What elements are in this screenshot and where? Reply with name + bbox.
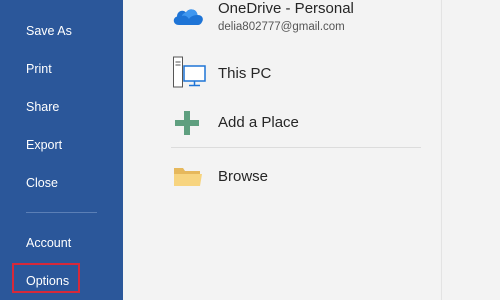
save-locations-panel: OneDrive - Personal delia802777@gmail.co… [123,0,440,300]
sidebar-item-print[interactable]: Print [26,61,52,77]
sidebar-item-close[interactable]: Close [26,175,58,191]
plus-icon [175,111,199,140]
place-add-a-place[interactable]: Add a Place [171,108,351,138]
sidebar-item-share[interactable]: Share [26,99,59,115]
place-this-pc[interactable]: This PC [171,56,351,90]
place-title: OneDrive - Personal [218,0,354,17]
place-browse[interactable]: Browse [171,162,351,192]
computer-icon [173,56,207,93]
panel-divider [441,0,442,300]
place-onedrive[interactable]: OneDrive - Personal delia802777@gmail.co… [171,0,401,40]
sidebar-divider [26,212,97,213]
backstage-sidebar: Save As Print Share Export Close Account… [0,0,123,300]
place-title: Add a Place [218,114,299,131]
place-account-email: delia802777@gmail.com [218,21,345,33]
place-title: Browse [218,168,269,185]
sidebar-item-account[interactable]: Account [26,235,71,251]
sidebar-item-save-as[interactable]: Save As [26,23,72,39]
cloud-icon [171,6,205,31]
place-title: This PC [218,65,272,82]
sidebar-item-options[interactable]: Options [26,273,69,289]
sidebar-item-export[interactable]: Export [26,137,62,153]
folder-icon [173,165,203,192]
places-divider [171,147,421,148]
